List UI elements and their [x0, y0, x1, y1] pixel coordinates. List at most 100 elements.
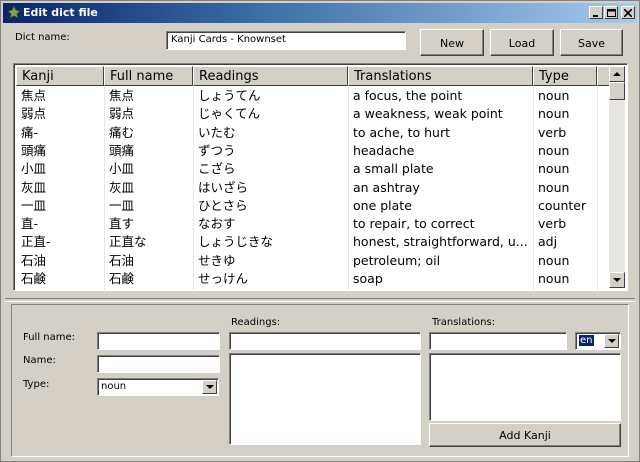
edit-dict-window: Edit dict file Dict name: Kanji Cards - …: [0, 0, 640, 462]
language-select-value: en: [579, 335, 594, 346]
cell-type: noun: [538, 142, 570, 158]
arrow-up-icon: [613, 72, 621, 76]
cell-translations: petroleum; oil: [353, 252, 441, 268]
cell-kanji: 頭痛: [21, 142, 47, 158]
table-row[interactable]: 一皿 一皿 ひとさら one plate counter: [16, 196, 612, 214]
cell-type: noun: [538, 252, 570, 268]
readings-list[interactable]: [229, 353, 421, 445]
cell-translations: to ache, to hurt: [353, 124, 451, 140]
readings-input[interactable]: [229, 332, 421, 350]
cell-full-name: 灰皿: [109, 179, 135, 195]
cell-kanji: 焦点: [21, 88, 47, 103]
cell-full-name: 焦点: [109, 88, 135, 103]
add-kanji-button[interactable]: Add Kanji: [429, 423, 621, 447]
table-row[interactable]: 石油 石油 せきゆ petroleum; oil noun: [16, 251, 612, 269]
cell-translations: a focus, the point: [353, 88, 463, 103]
table-body: 焦点 焦点 しょうてん a focus, the point noun 弱点 弱点 じゃくてん…: [16, 86, 612, 290]
cell-full-name: 小皿: [109, 161, 135, 177]
chevron-down-icon: [206, 385, 214, 389]
readings-label: Readings:: [231, 317, 281, 328]
cell-type: noun: [538, 179, 570, 195]
new-button-label: New: [440, 37, 464, 50]
window-title: Edit dict file: [23, 6, 98, 19]
cell-readings: なおす: [198, 216, 236, 232]
new-button[interactable]: New: [420, 29, 484, 56]
arrow-down-icon: [613, 278, 621, 282]
column-header-translations[interactable]: Translations: [348, 66, 533, 86]
scroll-down-button[interactable]: [609, 272, 625, 288]
cell-type: adj: [538, 234, 558, 250]
cell-type: noun: [538, 88, 570, 103]
cell-full-name: 直す: [109, 216, 135, 232]
cell-kanji: 小皿: [21, 161, 47, 177]
cell-translations: headache: [353, 142, 415, 158]
cell-readings: しょうじきな: [198, 234, 274, 250]
cell-kanji: 弱点: [21, 106, 47, 122]
column-header-readings[interactable]: Readings: [193, 66, 348, 86]
chevron-down-icon: [608, 339, 616, 343]
scroll-thumb[interactable]: [609, 82, 625, 100]
cell-translations: to repair, to correct: [353, 216, 475, 232]
close-icon: [624, 9, 632, 17]
type-select[interactable]: noun: [97, 378, 219, 396]
cell-readings: ひとさら: [198, 197, 248, 213]
section-divider: [5, 298, 635, 302]
type-label: Type:: [23, 379, 50, 390]
cell-readings: せっけん: [198, 271, 249, 286]
translation-input[interactable]: [429, 332, 567, 350]
cell-kanji: 石鹸: [21, 271, 47, 286]
translations-label: Translations:: [432, 317, 496, 328]
cell-kanji: 灰皿: [21, 179, 47, 195]
cell-full-name: 一皿: [109, 197, 135, 213]
cell-full-name: 石鹸: [109, 271, 135, 286]
type-dropdown-button[interactable]: [202, 380, 217, 394]
cell-type: counter: [538, 197, 587, 213]
table-row[interactable]: 石鹸 石鹸 せっけん soap noun: [16, 269, 612, 287]
cell-full-name: 頭痛: [109, 142, 135, 158]
add-kanji-button-label: Add Kanji: [499, 429, 551, 442]
translations-list[interactable]: [429, 353, 621, 421]
cell-kanji: 痛-: [21, 124, 39, 140]
cell-translations: one plate: [353, 197, 412, 213]
scroll-up-button[interactable]: [609, 66, 625, 82]
kanji-table[interactable]: Kanji Full name Readings Translations Ty…: [13, 63, 628, 291]
save-button[interactable]: Save: [560, 29, 623, 56]
table-row[interactable]: 頭痛 頭痛 ずつう headache noun: [16, 141, 612, 159]
cell-kanji: 直-: [21, 216, 39, 232]
column-header-type[interactable]: Type: [533, 66, 597, 86]
cell-translations: soap: [353, 271, 383, 286]
table-row[interactable]: 灰皿 灰皿 はいざら an ashtray noun: [16, 178, 612, 196]
table-row[interactable]: 正直- 正直な しょうじきな honest, straightforward, u..…: [16, 232, 612, 250]
column-header-full-name[interactable]: Full name: [104, 66, 193, 86]
table-row[interactable]: 直- 直す なおす to repair, to correct verb: [16, 214, 612, 232]
full-name-label: Full name:: [23, 332, 76, 343]
cell-readings: こざら: [198, 161, 236, 177]
cell-kanji: 正直-: [21, 234, 51, 250]
name-label: Name:: [23, 355, 56, 366]
title-bar[interactable]: Edit dict file: [3, 3, 637, 23]
language-select[interactable]: en: [575, 332, 621, 350]
table-row[interactable]: 小皿 小皿 こざら a small plate noun: [16, 159, 612, 177]
column-header-kanji[interactable]: Kanji: [16, 66, 104, 86]
dict-name-input[interactable]: Kanji Cards - Knownset: [166, 31, 406, 50]
cell-translations: a small plate: [353, 161, 434, 177]
cell-translations: honest, straightforward, u...: [353, 234, 528, 250]
full-name-input[interactable]: [97, 332, 220, 350]
load-button-label: Load: [508, 37, 536, 50]
cell-readings: しょうてん: [198, 88, 261, 103]
table-row[interactable]: 痛- 痛む いたむ to ache, to hurt verb: [16, 123, 612, 141]
maximize-button[interactable]: [604, 6, 618, 19]
close-button[interactable]: [621, 6, 635, 19]
table-vertical-scrollbar[interactable]: [609, 66, 625, 288]
cell-translations: an ashtray: [353, 179, 420, 195]
name-input[interactable]: [97, 355, 220, 373]
load-button[interactable]: Load: [490, 29, 554, 56]
language-dropdown-button[interactable]: [604, 334, 619, 348]
cell-kanji: 石油: [21, 252, 47, 268]
table-header: Kanji Full name Readings Translations Ty…: [16, 66, 612, 86]
minimize-button[interactable]: [589, 6, 603, 19]
table-row[interactable]: 弱点 弱点 じゃくてん a weakness, weak point noun: [16, 104, 612, 122]
table-row[interactable]: 焦点 焦点 しょうてん a focus, the point noun: [16, 86, 612, 104]
app-icon: [7, 5, 21, 19]
cell-translations: a weakness, weak point: [353, 106, 503, 122]
